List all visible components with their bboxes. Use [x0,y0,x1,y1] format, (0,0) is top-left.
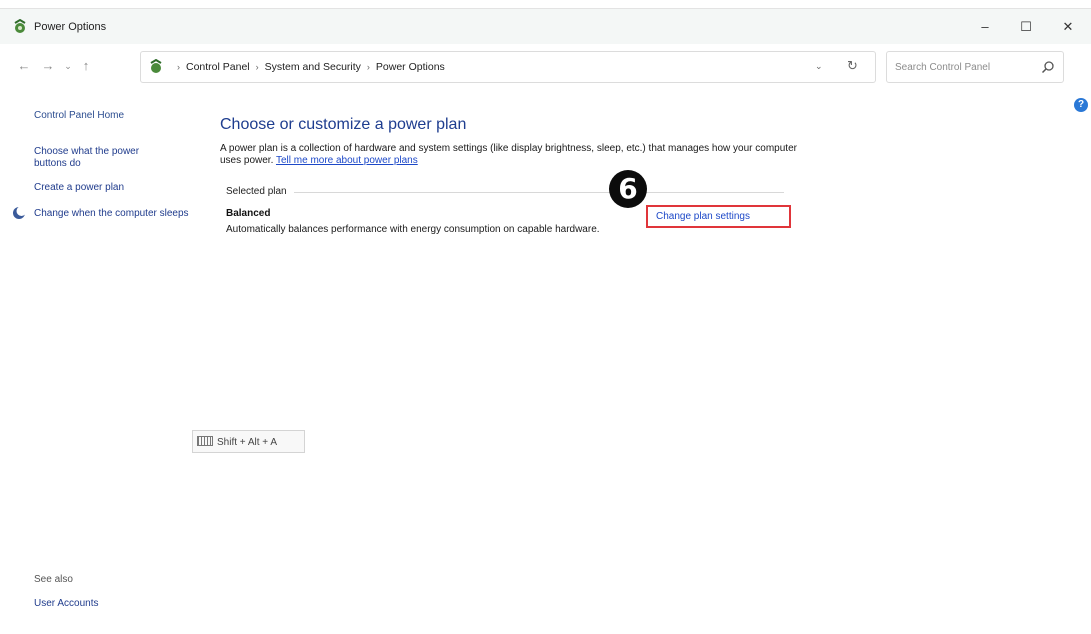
minimize-button[interactable]: – [970,15,1000,39]
control-panel-icon [150,59,162,73]
title-bar: Power Options – ☐ ✕ [0,8,1091,44]
breadcrumb-system-security[interactable]: System and Security [265,61,361,73]
change-plan-settings-link[interactable]: Change plan settings [646,205,791,228]
step-number-badge: 6 [609,170,647,208]
breadcrumb-separator: › [366,62,370,72]
plan-name: Balanced [226,208,271,219]
shortcut-hint: Shift + Alt + A [192,430,305,453]
sidebar-item-change-sleep[interactable]: Change when the computer sleeps [34,208,194,220]
selected-plan-label: Selected plan [226,186,287,197]
window-title: Power Options [34,21,107,33]
sidebar-item-control-panel-home[interactable]: Control Panel Home [34,110,124,122]
divider [294,192,784,193]
breadcrumb-separator: › [255,62,259,72]
address-bar[interactable]: › Control Panel › System and Security › Power… [140,51,876,83]
help-icon[interactable]: ? [1074,98,1088,112]
forward-arrow-icon[interactable]: → [40,58,56,73]
address-dropdown-icon[interactable]: ⌄ [815,61,823,72]
breadcrumb-power-options[interactable]: Power Options [376,61,445,73]
navigation-bar: ← → ⌄ ↑ › Control Panel › System and Securi… [0,44,1091,90]
see-also-label: See also [34,574,73,585]
keyboard-icon [197,436,213,446]
breadcrumb-control-panel[interactable]: Control Panel [186,61,250,73]
close-button[interactable]: ✕ [1053,15,1083,39]
up-arrow-icon[interactable]: ↑ [78,58,94,73]
maximize-button[interactable]: ☐ [1011,15,1041,39]
page-title: Choose or customize a power plan [220,116,467,133]
page-description: A power plan is a collection of hardware… [220,143,800,167]
search-placeholder: Search Control Panel [895,62,991,73]
sidebar-item-create-power-plan[interactable]: Create a power plan [34,182,124,194]
breadcrumb-separator: › [177,62,180,72]
tell-me-more-link[interactable]: Tell me more about power plans [276,155,418,166]
plan-description: Automatically balances performance with … [226,224,600,235]
refresh-icon[interactable]: ↻ [847,58,858,74]
sleep-moon-icon [13,206,26,219]
power-options-icon [14,19,26,33]
user-accounts-link[interactable]: User Accounts [34,598,98,609]
search-icon[interactable] [1041,60,1055,74]
search-input[interactable]: Search Control Panel [886,51,1064,83]
shortcut-text: Shift + Alt + A [217,437,278,448]
back-arrow-icon[interactable]: ← [16,58,32,73]
sidebar-item-power-buttons[interactable]: Choose what the power buttons do [34,146,174,170]
breadcrumb: › Control Panel › System and Security › Power… [171,61,445,73]
recent-locations-chevron-icon[interactable]: ⌄ [60,61,76,72]
